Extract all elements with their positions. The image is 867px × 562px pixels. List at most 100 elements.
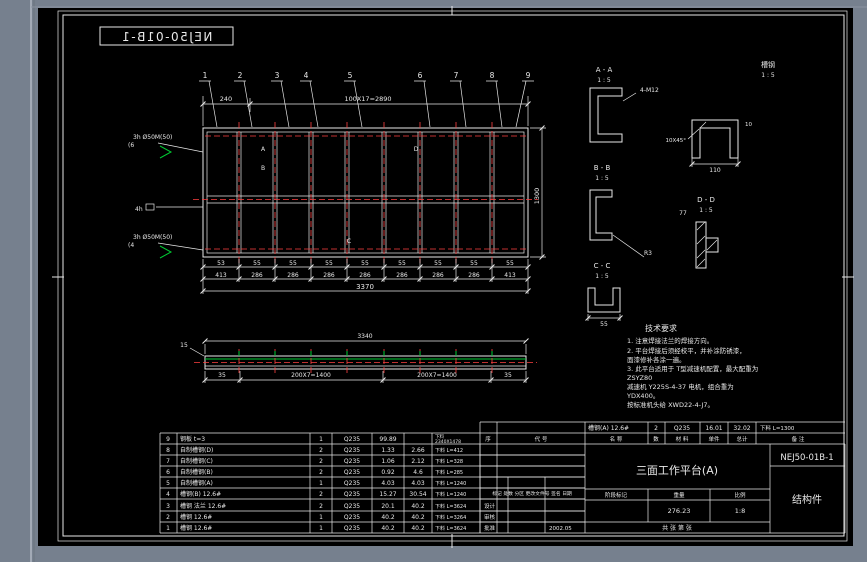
weld-mid-label: 4h: [135, 206, 143, 213]
dim-286-2: 286: [287, 272, 299, 279]
bom-col-remark: 备 注: [792, 435, 805, 443]
cell-total: 40.2: [411, 525, 425, 532]
section-aa-title: A - A: [596, 66, 613, 74]
tech-line-4: 3. 此平台适用于 T型减速机配置，最大配重为: [627, 364, 758, 373]
sheet-info: 共 张 第 张: [662, 524, 692, 532]
channel-scale: 1 : 5: [761, 72, 775, 79]
cell-name: 自制槽钢(D): [180, 446, 213, 454]
drawing-canvas: NEJ50-01B-1 1 2 3 4 5 6 7 8 9 240 100X17…: [0, 0, 867, 562]
part-number: NEJ50-01B-1: [780, 453, 833, 463]
tech-line-7: YDX400。: [626, 392, 659, 400]
strip-material: Q235: [674, 425, 690, 432]
cell-remark: 下料 L=1240: [435, 480, 466, 487]
dim-286-3: 286: [323, 272, 335, 279]
cell-unit: 1.06: [381, 458, 395, 465]
channel-title: 槽钢: [761, 60, 775, 69]
dim-1300: 1300: [533, 188, 541, 205]
strip-total: 32.02: [733, 425, 750, 432]
cell-qty: 1: [319, 525, 323, 532]
cell-unit: 40.2: [381, 514, 395, 521]
cell-name: 自制槽钢(A): [180, 479, 213, 487]
cell-remark: 下料 L=3624: [435, 525, 466, 532]
cell-qty: 1: [319, 436, 323, 443]
cell-material: Q235: [344, 480, 360, 487]
cell-material: Q235: [344, 469, 360, 476]
design-label: 设计: [484, 502, 496, 510]
cell-qty: 2: [319, 447, 323, 454]
cell-total: 2.12: [411, 458, 425, 465]
cell-total: 30.54: [409, 491, 426, 498]
dim-55-3: 55: [289, 260, 297, 267]
dim-286-1: 286: [251, 272, 263, 279]
bom-col-unit: 单件: [708, 435, 720, 443]
cell-total: 4.03: [411, 480, 425, 487]
cell-unit: 99.89: [379, 436, 396, 443]
cell-name: 槽钢 法兰 12.6#: [180, 502, 226, 510]
channel-chamfer: 10X45°: [665, 138, 686, 144]
tech-line-1: 1. 注意焊接法兰的焊接方向。: [627, 336, 713, 345]
balloon-5: 5: [348, 71, 353, 80]
section-cc-r3: R3: [644, 250, 652, 257]
balloon-1: 1: [203, 71, 208, 80]
cell-total: 4.6: [413, 469, 423, 476]
strip-name: 槽钢(A) 12.6#: [588, 424, 629, 432]
cell-material: Q235: [344, 458, 360, 465]
cell-name: 槽钢 12.6#: [180, 524, 212, 532]
section-dd-scale: 1 : 5: [699, 207, 713, 214]
cell-seq: 6: [166, 469, 170, 476]
cell-unit: 20.1: [381, 503, 395, 510]
cell-total: 40.2: [411, 503, 425, 510]
cell-name: 自制槽钢(B): [180, 468, 213, 476]
bom-col-material: 材 料: [676, 435, 689, 443]
weld-top-count: (6: [128, 142, 134, 149]
scale-value: 1:8: [735, 507, 745, 515]
dim-15: 15: [180, 342, 188, 349]
cell-seq: 7: [166, 458, 170, 465]
cell-remark2: 2340X1478: [435, 439, 461, 445]
bom-col-name: 名 称: [610, 435, 623, 443]
cut-letter-d: D: [414, 146, 419, 153]
cell-seq: 4: [166, 491, 170, 498]
dim-100x17: 100X17=2890: [344, 95, 391, 103]
section-aa-scale: 1 : 5: [597, 77, 611, 84]
approve-label: 批准: [484, 524, 496, 532]
cell-unit: 4.03: [381, 480, 395, 487]
strip-remark: 下料 L=1300: [760, 424, 795, 432]
balloon-2: 2: [238, 71, 243, 80]
stamp-mirrored-part-number: NEJ50-01B-1: [121, 30, 213, 44]
cell-material: Q235: [344, 491, 360, 498]
revision-header: 标记 处数 分区 更改文件号 签名 日期: [492, 490, 572, 497]
dim-286-6: 286: [432, 272, 444, 279]
scale-label: 比例: [734, 491, 746, 499]
cell-remark: 下料 L=3624: [435, 503, 466, 510]
weld-bot-count: (4: [128, 242, 134, 249]
cell-name: 槽钢(B) 12.6#: [180, 490, 221, 498]
bom-col-seq: 序: [485, 435, 491, 443]
dim-55-1: 53: [217, 260, 225, 267]
weld-bot-label: 3h Ø50M(50): [133, 234, 172, 241]
section-bb-title: B - B: [594, 164, 611, 172]
channel-dim-10: 10: [745, 122, 752, 128]
dim-35-right: 35: [504, 372, 512, 379]
dim-286-4: 286: [359, 272, 371, 279]
section-cc-dim-55: 55: [600, 321, 608, 328]
tech-line-3: 面漆修补各涂一遍。: [627, 355, 686, 364]
dim-200x7-left: 200X7=1400: [291, 372, 331, 379]
section-cc-scale: 1 : 5: [595, 273, 609, 280]
dim-286-5: 286: [396, 272, 408, 279]
cell-seq: 2: [166, 514, 170, 521]
cell-qty: 1: [319, 514, 323, 521]
tech-line-8: 按标准机头给 XWD22-4-J7。: [627, 400, 714, 409]
dim-200x7-right: 200X7=1400: [417, 372, 457, 379]
bom-col-code: 代 号: [535, 435, 548, 443]
dim-413-l: 413: [215, 272, 227, 279]
cell-material: Q235: [344, 447, 360, 454]
drawing-title: 三面工作平台(A): [636, 463, 718, 477]
dim-55-8: 55: [470, 260, 478, 267]
balloon-4: 4: [304, 71, 309, 80]
dim-55-4: 55: [325, 260, 333, 267]
cell-name: 自制槽钢(C): [180, 457, 213, 465]
window-chrome: [0, 0, 867, 562]
cad-viewer-window: NEJ50-01B-1 1 2 3 4 5 6 7 8 9 240 100X17…: [0, 0, 867, 562]
balloon-6: 6: [418, 71, 423, 80]
